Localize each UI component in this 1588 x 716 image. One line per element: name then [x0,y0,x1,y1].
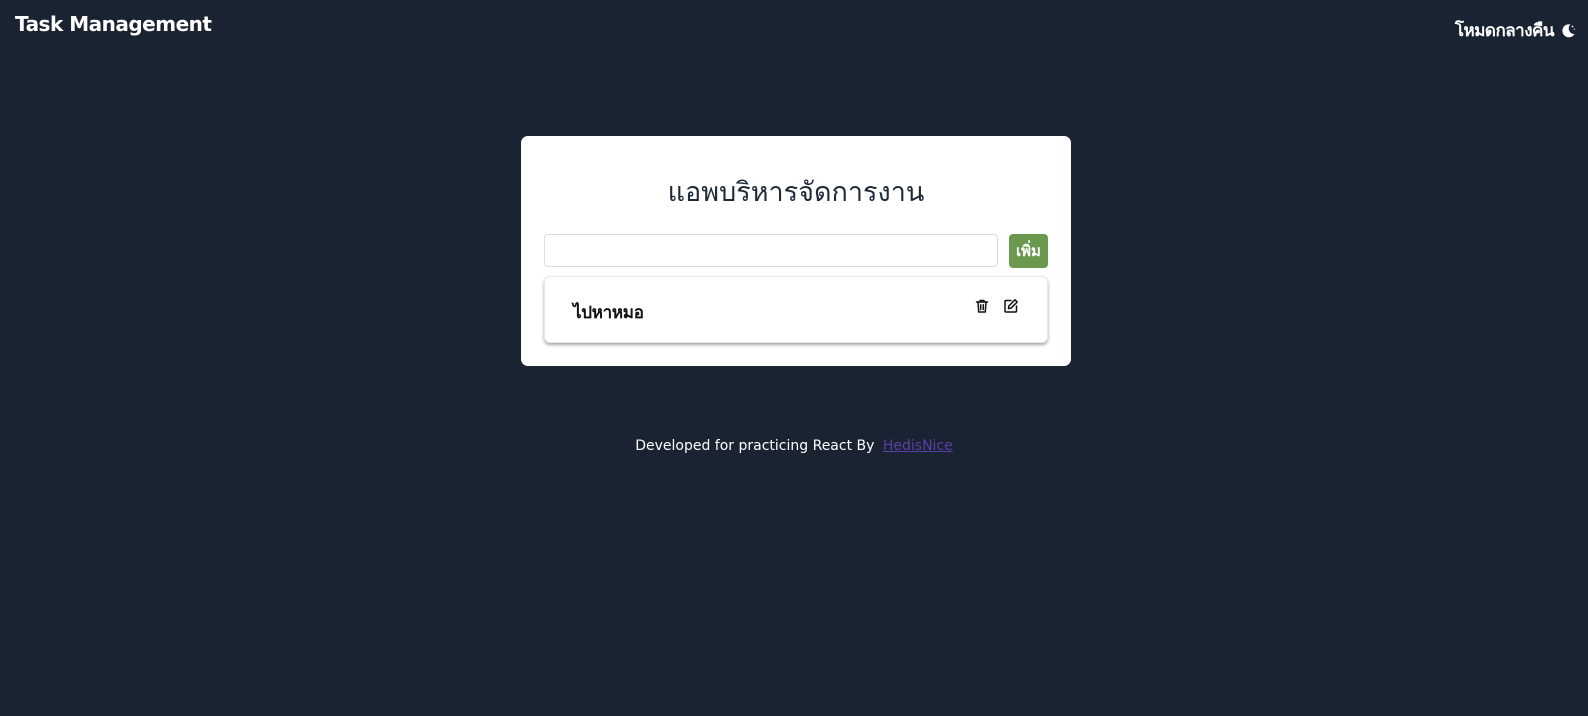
moon-icon [1560,23,1576,39]
task-list-item: ไปหาหมอ [544,276,1048,343]
footer-text: Developed for practicing React By [635,438,875,454]
dark-mode-label: โหมดกลางคืน [1454,21,1555,41]
dark-mode-toggle[interactable]: โหมดกลางคืน [1455,17,1576,44]
top-bar: Task Management โหมดกลางคืน [0,0,1588,56]
footer: Developed for practicing React By HedisN… [0,438,1588,454]
task-input[interactable] [544,234,998,267]
card-title: แอพบริหารจัดการงาน [667,177,925,208]
add-button[interactable]: เพิ่ม [1009,234,1048,268]
task-text: ไปหาหมอ [573,303,644,323]
task-card: แอพบริหารจัดการงาน เพิ่ม ไปหาหมอ [521,136,1071,366]
trash-icon[interactable] [974,298,990,314]
author-link[interactable]: HedisNice [883,438,953,454]
task-actions [974,298,1019,314]
app-title: Task Management [15,12,212,36]
edit-icon[interactable] [1003,298,1019,314]
